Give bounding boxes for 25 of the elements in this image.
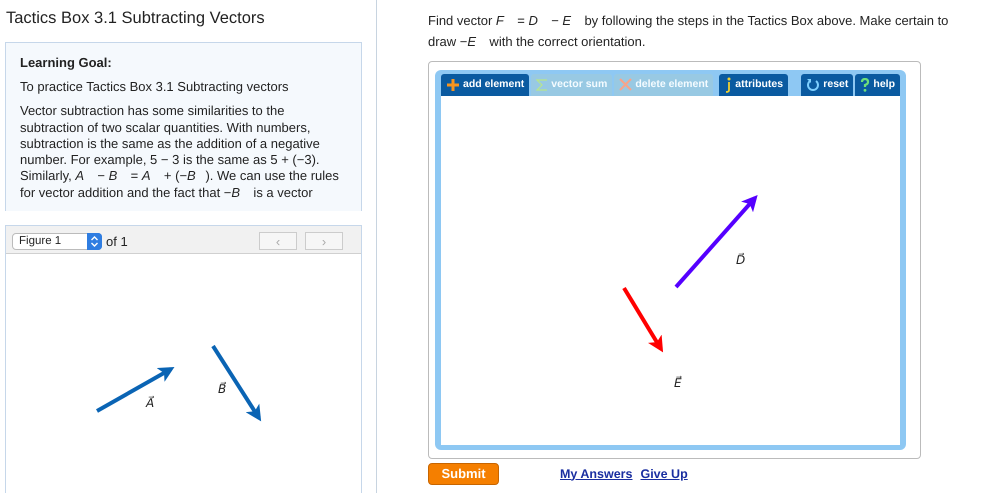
figure-select[interactable]: Figure 1 bbox=[12, 232, 102, 250]
learning-goal-heading: Learning Goal: bbox=[20, 54, 113, 71]
vector-label: D⃗ bbox=[736, 252, 746, 269]
plus-icon bbox=[446, 78, 460, 92]
vector-label: B⃗ bbox=[218, 380, 226, 398]
spinner-icon bbox=[87, 232, 102, 250]
question-text: Find vector F⃗ = D⃗ − E⃗ by following the steps in the Tactics Box above. Make certain to draw −E⃗ with the correct orientation. bbox=[428, 12, 950, 52]
info-icon bbox=[724, 76, 732, 93]
drawing-canvas[interactable]: D⃗ E⃗ bbox=[441, 96, 900, 445]
page-title: Tactics Box 3.1 Subtracting Vectors bbox=[6, 8, 266, 29]
tool-tab[interactable]: reset bbox=[801, 74, 854, 96]
explanation-paragraph: Vector subtraction has some similarities to the subtraction of two scalar quantities. With numbers, subtraction is the same as the addition of a negative number. For example, 5 − 3 is the same as 5 + (−3). Similarly, A⃗ − B⃗ = A⃗ + (−B⃗). We can use the rules for vector addition and the fact that −B⃗ is a vector bbox=[20, 103, 340, 201]
tool-tab[interactable]: help bbox=[855, 74, 900, 96]
vector-label: A⃗ bbox=[146, 394, 154, 412]
tool-tab[interactable]: attributes bbox=[719, 74, 788, 96]
reset-icon bbox=[806, 78, 820, 92]
answer-link[interactable]: My Answers bbox=[560, 464, 632, 484]
intro-text: To practice Tactics Box 3.1 Subtracting vectors bbox=[20, 79, 290, 96]
sigma-icon bbox=[536, 78, 548, 92]
figure-count: of 1 bbox=[106, 232, 128, 250]
tool-tab[interactable]: add element bbox=[441, 74, 530, 96]
cross-icon bbox=[619, 78, 632, 92]
help-icon bbox=[860, 78, 870, 92]
answer-link[interactable]: Give Up bbox=[640, 464, 688, 484]
vector-label: E⃗ bbox=[674, 374, 682, 392]
